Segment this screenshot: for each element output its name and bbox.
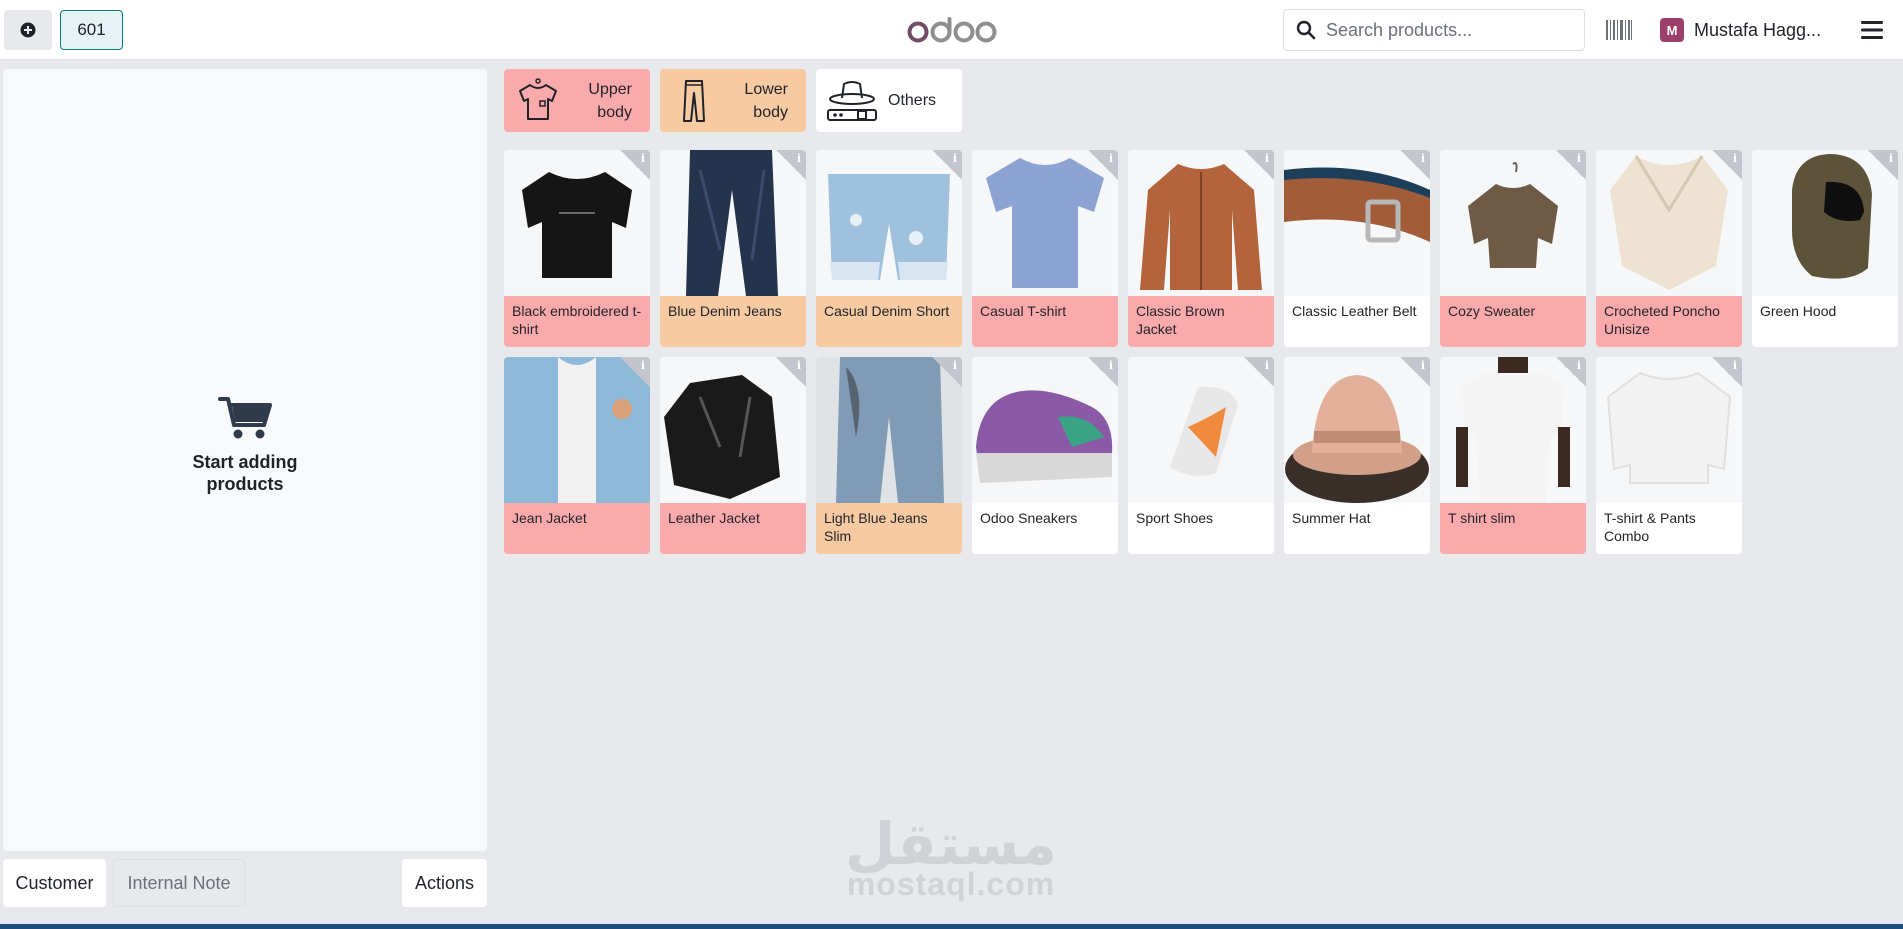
info-icon[interactable]: i [1244,150,1274,180]
product-name: Sport Shoes [1128,503,1274,554]
user-name: Mustafa Hagg... [1694,19,1822,40]
category-label: Upper body [588,80,632,121]
watermark-arabic: مستقل [844,810,1058,878]
product-card[interactable]: i T shirt slim [1440,357,1586,554]
watermark: مستقل mostaql.com [836,815,1066,905]
info-icon[interactable]: i [932,150,962,180]
new-order-button[interactable] [4,10,52,50]
info-icon[interactable]: i [620,150,650,180]
product-card[interactable]: i Sport Shoes [1128,357,1274,554]
category-others[interactable]: Others [816,69,962,132]
info-icon[interactable]: i [1400,357,1430,387]
info-icon[interactable]: i [1088,357,1118,387]
product-card[interactable]: i Summer Hat [1284,357,1430,554]
info-icon[interactable]: i [1088,150,1118,180]
barcode-button[interactable] [1604,14,1634,46]
product-name: T-shirt & Pants Combo [1596,503,1742,554]
product-card[interactable]: i Green Hood [1752,150,1898,347]
order-tab[interactable]: 601 [60,10,123,50]
product-name: Odoo Sneakers [972,503,1118,554]
info-icon[interactable]: i [1400,150,1430,180]
product-name: T shirt slim [1440,503,1586,554]
info-icon[interactable]: i [932,357,962,387]
product-name: Summer Hat [1284,503,1430,554]
internal-note-button[interactable]: Internal Note [113,859,245,907]
info-icon[interactable]: i [1244,357,1274,387]
tshirt-icon [519,77,557,120]
search-icon [1296,20,1316,40]
product-name: Green Hood [1752,296,1898,347]
info-icon[interactable]: i [620,357,650,387]
product-card[interactable]: i Crocheted Poncho Unisize [1596,150,1742,347]
barcode-icon [1606,20,1632,40]
product-name: Light Blue Jeans Slim [816,503,962,554]
shopping-cart-icon [218,397,272,439]
category-lower-body[interactable]: Lower body [660,69,806,132]
product-card[interactable]: i Light Blue Jeans Slim [816,357,962,554]
product-name: Casual T-shirt [972,296,1118,347]
product-card[interactable]: i Cozy Sweater [1440,150,1586,347]
product-card[interactable]: i Odoo Sneakers [972,357,1118,554]
product-card[interactable]: i Casual Denim Short [816,150,962,347]
actions-button[interactable]: Actions [402,859,487,907]
product-card[interactable]: i T-shirt & Pants Combo [1596,357,1742,554]
product-card[interactable]: i Casual T-shirt [972,150,1118,347]
product-card[interactable]: i Black embroidered t-shirt [504,150,650,347]
product-name: Jean Jacket [504,503,650,554]
product-name: Casual Denim Short [816,296,962,347]
product-card[interactable]: i Classic Brown Jacket [1128,150,1274,347]
product-name: Crocheted Poncho Unisize [1596,296,1742,347]
main-menu-button[interactable] [1859,16,1885,44]
hamburger-icon [1861,21,1883,39]
info-icon[interactable]: i [776,150,806,180]
odoo-logo [906,10,998,50]
top-bar: 601 M Mustafa Hagg... [0,0,1903,60]
search-input[interactable] [1326,19,1556,41]
empty-cart-text: Start adding products [192,452,298,494]
category-label: Lower body [744,80,788,121]
product-name: Cozy Sweater [1440,296,1586,347]
product-name: Black embroidered t-shirt [504,296,650,347]
product-name: Leather Jacket [660,503,806,554]
pants-icon [683,79,705,122]
info-icon[interactable]: i [1868,150,1898,180]
empty-cart: Start adding products [180,395,310,495]
plus-circle-icon [20,22,36,38]
bottom-strip [0,924,1903,929]
info-icon[interactable]: i [1556,150,1586,180]
user-menu[interactable]: M Mustafa Hagg... [1660,14,1821,46]
product-name: Classic Leather Belt [1284,296,1430,347]
category-label: Others [888,92,937,109]
product-card[interactable]: i Classic Leather Belt [1284,150,1430,347]
category-upper-body[interactable]: Upper body [504,69,650,132]
customer-button[interactable]: Customer [3,859,106,907]
info-icon[interactable]: i [1712,150,1742,180]
order-panel: Start adding products [3,69,487,851]
product-card[interactable]: i Leather Jacket [660,357,806,554]
product-name: Blue Denim Jeans [660,296,806,347]
hat-belt-icon [827,80,877,121]
product-card[interactable]: i Blue Denim Jeans [660,150,806,347]
watermark-latin: mostaql.com [846,866,1056,902]
product-card[interactable]: i Jean Jacket [504,357,650,554]
info-icon[interactable]: i [1556,357,1586,387]
info-icon[interactable]: i [776,357,806,387]
product-name: Classic Brown Jacket [1128,296,1274,347]
product-search[interactable] [1283,9,1585,51]
info-icon[interactable]: i [1712,357,1742,387]
avatar: M [1660,18,1684,42]
